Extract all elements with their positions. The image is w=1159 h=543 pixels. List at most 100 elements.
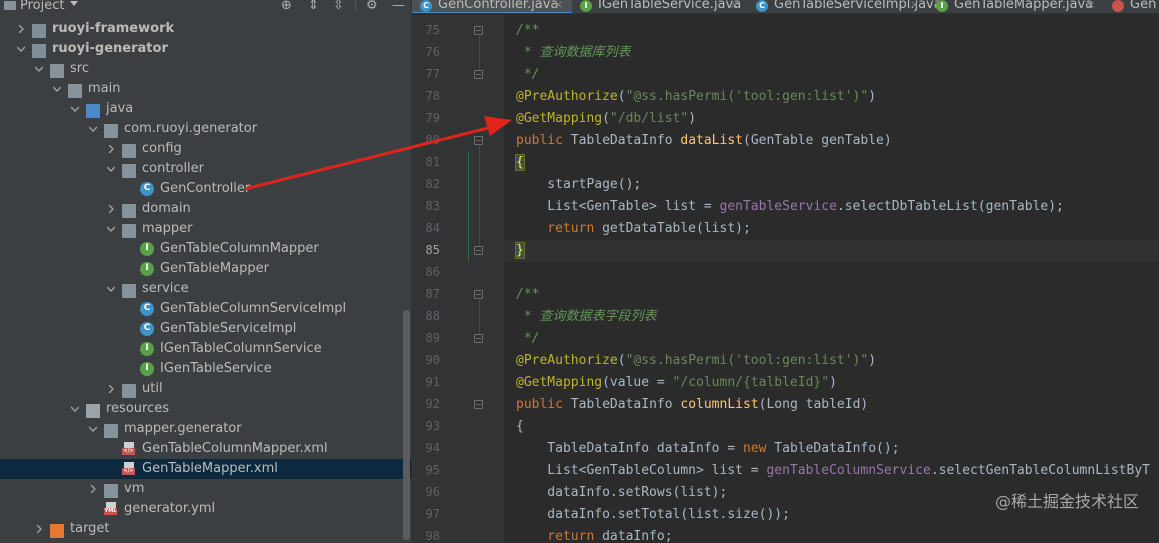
tree-item[interactable]: C GenController: [0, 179, 412, 199]
fold-marker-icon[interactable]: [474, 136, 483, 145]
project-view-selector[interactable]: Project: [20, 0, 64, 13]
tree-item-label: config: [142, 141, 182, 156]
tree-item[interactable]: resources: [0, 399, 412, 419]
tab-label: GenController.java: [438, 0, 559, 12]
chevron-down-icon[interactable]: [89, 125, 97, 133]
editor-tab[interactable]: I GenTableMapper.java ×: [928, 0, 1104, 13]
java-class-icon: C: [140, 322, 154, 336]
minimize-icon[interactable]: —: [392, 0, 405, 12]
fold-marker-icon[interactable]: [474, 246, 483, 255]
code-token: getDataTable(list);: [602, 221, 751, 236]
tab-label: Gen: [1130, 0, 1157, 12]
code-line: public TableDataInfo dataList(GenTable g…: [516, 130, 892, 152]
code-line: dataInfo.setTotal(list.size());: [516, 504, 790, 526]
code-token: dataInfo.setRows(list);: [516, 485, 728, 500]
chevron-down-icon[interactable]: [107, 165, 115, 173]
line-number: 86: [425, 265, 440, 279]
chevron-down-icon[interactable]: [71, 105, 79, 113]
tree-item[interactable]: main: [0, 79, 412, 99]
collapse-all-icon[interactable]: ⇳: [333, 0, 344, 12]
fold-marker-icon[interactable]: [474, 70, 483, 79]
tree-item[interactable]: ruoyi-framework: [0, 19, 412, 39]
package-icon: [122, 164, 136, 178]
code-token: (: [617, 353, 626, 368]
editor-tab[interactable]: Gen: [1104, 0, 1159, 13]
tree-item-label: IGenTableColumnService: [160, 341, 322, 356]
fold-marker-icon[interactable]: [474, 26, 483, 35]
chevron-down-icon[interactable]: [53, 85, 61, 93]
chevron-down-icon[interactable]: [89, 425, 97, 433]
target-icon[interactable]: ⊕: [281, 0, 292, 12]
tree-item-label: resources: [106, 401, 170, 416]
tree-item-label: util: [142, 381, 163, 396]
tree-item[interactable]: mapper.generator: [0, 419, 412, 439]
chevron-right-icon[interactable]: [17, 25, 25, 33]
gear-icon[interactable]: ⚙: [366, 0, 378, 12]
chevron-down-icon[interactable]: [17, 45, 25, 53]
tree-item-label: target: [70, 521, 110, 536]
tree-item[interactable]: C GenTableColumnServiceImpl: [0, 299, 412, 319]
code-editor[interactable]: 75 76 77 78 79 80 81 82 83 84 85 86 87 88 89 90 91 92 93 94…: [412, 15, 1159, 543]
close-icon[interactable]: ×: [910, 0, 919, 11]
fold-marker-icon[interactable]: [474, 334, 483, 343]
chevron-down-icon[interactable]: [107, 285, 115, 293]
code-token: TableDataInfo dataInfo =: [516, 441, 743, 456]
editor-tab[interactable]: C GenController.java ×: [412, 0, 572, 13]
close-icon[interactable]: ×: [1086, 0, 1095, 11]
chevron-right-icon[interactable]: [35, 525, 43, 533]
tree-item[interactable]: vm: [0, 479, 412, 499]
chevron-down-icon[interactable]: [35, 65, 43, 73]
code-token: List<GenTable> list =: [516, 199, 720, 214]
tree-item[interactable]: com.ruoyi.generator: [0, 119, 412, 139]
tree-item[interactable]: ruoyi-generator: [0, 39, 412, 59]
expand-all-icon[interactable]: ⇕: [308, 0, 319, 12]
fold-marker-icon[interactable]: [474, 400, 483, 409]
line-number: 92: [425, 397, 440, 411]
close-icon[interactable]: ×: [554, 0, 563, 11]
header-divider: [355, 0, 356, 12]
tree-item[interactable]: java: [0, 99, 412, 119]
tree-item[interactable]: I IGenTableService: [0, 359, 412, 379]
chevron-right-icon[interactable]: [107, 205, 115, 213]
code-token: return: [516, 221, 603, 236]
tree-item[interactable]: C GenTableServiceImpl: [0, 319, 412, 339]
yml-file-icon: YML: [104, 502, 118, 516]
line-number: 98: [425, 529, 440, 543]
chevron-right-icon[interactable]: [107, 385, 115, 393]
code-token: "@ss.hasPermi('tool:gen:list')": [625, 353, 869, 368]
close-icon[interactable]: ×: [730, 0, 739, 11]
tree-item[interactable]: target: [0, 519, 412, 539]
tree-item[interactable]: I GenTableColumnMapper: [0, 239, 412, 259]
code-token: */: [516, 331, 540, 346]
editor-tab[interactable]: I IGenTableService.java ×: [572, 0, 748, 13]
line-number: 88: [425, 309, 440, 323]
fold-marker-icon[interactable]: [474, 290, 483, 299]
chevron-down-icon[interactable]: [107, 225, 115, 233]
tree-item[interactable]: </> GenTableColumnMapper.xml: [0, 439, 412, 459]
tree-item[interactable]: YML generator.yml: [0, 499, 412, 519]
chevron-right-icon[interactable]: [89, 485, 97, 493]
code-token: dataList: [680, 133, 743, 148]
tree-item[interactable]: </> GenTableMapper.xml: [0, 459, 412, 479]
fold-guide: [479, 300, 480, 334]
tree-item[interactable]: config: [0, 139, 412, 159]
code-line: dataInfo.setRows(list);: [516, 482, 727, 504]
chevron-down-icon[interactable]: [70, 1, 78, 6]
tree-item[interactable]: util: [0, 379, 412, 399]
tree-item-label: GenTableMapper.xml: [142, 461, 278, 476]
code-token: TableDataInfo: [570, 397, 681, 412]
tree-item[interactable]: src: [0, 59, 412, 79]
folder-icon: [104, 424, 118, 438]
tree-item[interactable]: mapper: [0, 219, 412, 239]
chevron-down-icon[interactable]: [71, 405, 79, 413]
tree-item[interactable]: domain: [0, 199, 412, 219]
tree-item[interactable]: I IGenTableColumnService: [0, 339, 412, 359]
chevron-right-icon[interactable]: [107, 145, 115, 153]
tree-item[interactable]: controller: [0, 159, 412, 179]
editor-tab[interactable]: C GenTableServiceImpl.java ×: [748, 0, 942, 13]
line-number: 83: [425, 199, 440, 213]
tree-item[interactable]: service: [0, 279, 412, 299]
tree-item[interactable]: I GenTableMapper: [0, 259, 412, 279]
watermark: @稀土掘金技术社区: [994, 492, 1139, 511]
tree-scrollbar[interactable]: [403, 310, 410, 540]
